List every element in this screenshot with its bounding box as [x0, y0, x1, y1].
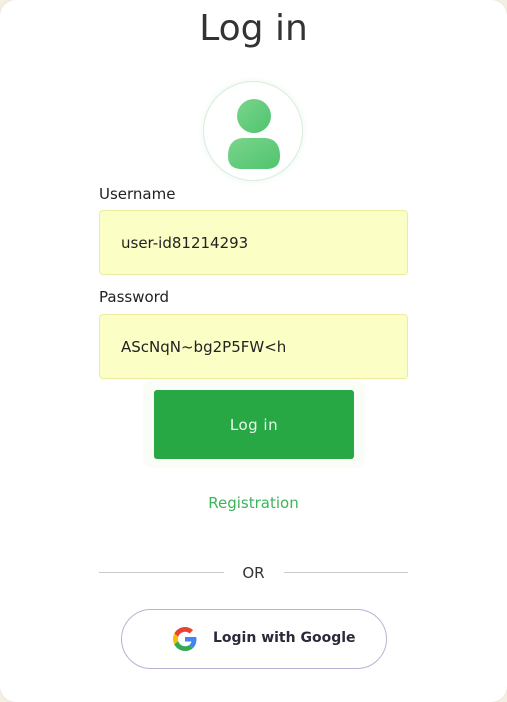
- google-login-label: Login with Google: [213, 630, 356, 646]
- login-button[interactable]: Log in: [154, 390, 354, 459]
- divider-or-text: OR: [242, 564, 265, 582]
- username-label: Username: [99, 185, 176, 203]
- password-field[interactable]: [99, 314, 408, 379]
- google-icon: [173, 627, 197, 651]
- page-title: Log in: [199, 8, 308, 49]
- password-label: Password: [99, 288, 170, 306]
- username-field[interactable]: [99, 210, 408, 275]
- registration-link[interactable]: Registration: [0, 494, 507, 512]
- divider-line-right: [284, 572, 408, 573]
- login-card: Log in Username Password Log in Registra…: [0, 0, 507, 702]
- user-icon: [228, 99, 280, 169]
- google-login-button[interactable]: Login with Google: [121, 609, 387, 669]
- avatar: [203, 81, 303, 181]
